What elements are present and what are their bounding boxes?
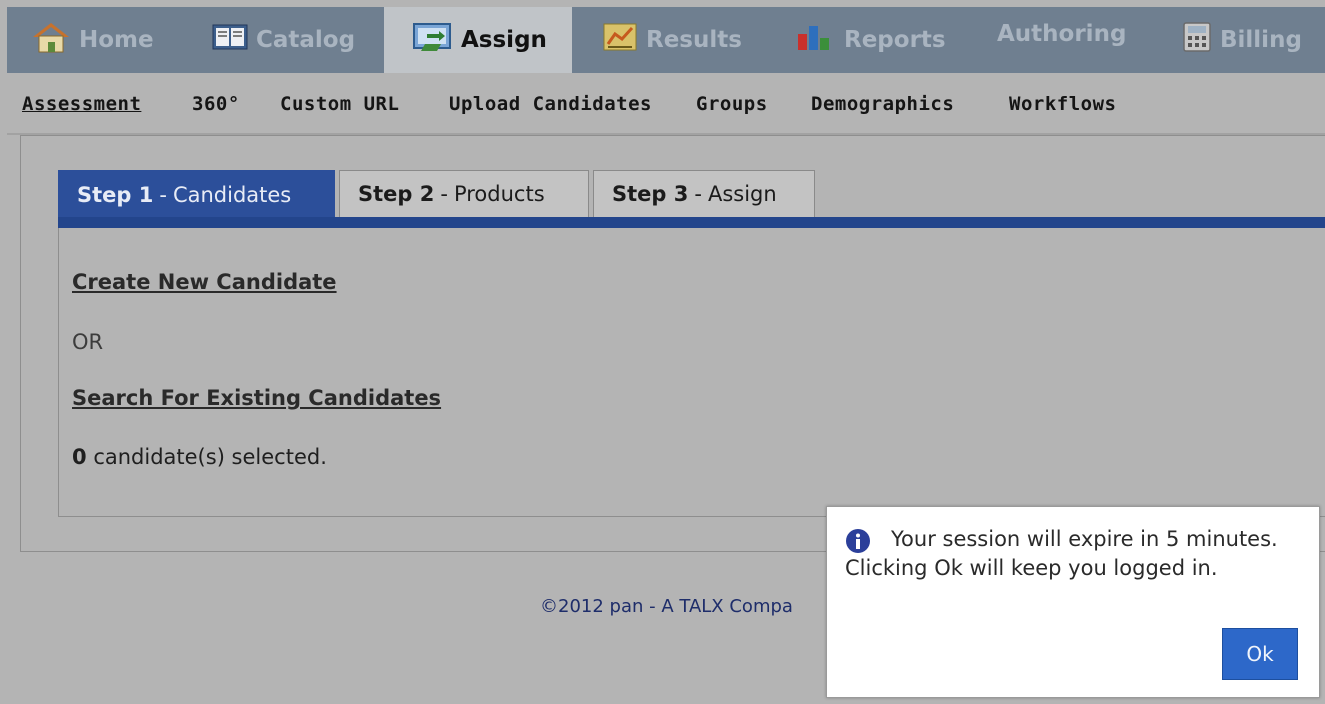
step-tab-underline	[58, 217, 1325, 228]
step-number: Step 3	[612, 182, 689, 206]
subnav-360[interactable]: 360°	[192, 93, 240, 115]
nav-label: Assign	[461, 27, 547, 53]
tab-step-3-assign[interactable]: Step 3 - Assign	[593, 170, 815, 218]
step-separator: -	[159, 183, 167, 207]
session-expiry-message: Your session will expire in 5 minutes. C…	[845, 527, 1278, 580]
step-separator: -	[440, 182, 448, 206]
sub-nav: Assessment 360° Custom URL Upload Candid…	[7, 73, 1325, 135]
ok-button[interactable]: Ok	[1222, 628, 1298, 680]
nav-tab-results[interactable]: Results	[600, 7, 742, 73]
or-text: OR	[72, 330, 104, 354]
nav-tab-catalog[interactable]: Catalog	[210, 7, 355, 73]
nav-label: Catalog	[256, 27, 356, 53]
selected-count-text: 0 candidate(s) selected.	[72, 445, 327, 469]
step-number: Step 2	[358, 182, 435, 206]
nav-label: Home	[79, 27, 154, 53]
nav-label: Billing	[1220, 27, 1302, 53]
assign-screen-icon	[411, 20, 455, 60]
tab-step-1-candidates[interactable]: Step 1 - Candidates	[58, 170, 335, 220]
subnav-upload-candidates[interactable]: Upload Candidates	[449, 93, 652, 115]
search-existing-candidates-link[interactable]: Search For Existing Candidates	[72, 386, 441, 410]
subnav-custom-url[interactable]: Custom URL	[280, 93, 399, 115]
step-number: Step 1	[77, 183, 154, 207]
nav-tab-home[interactable]: Home	[29, 7, 154, 73]
bar-chart-icon	[794, 20, 838, 60]
step-separator: -	[694, 182, 702, 206]
subnav-demographics[interactable]: Demographics	[811, 93, 954, 115]
selected-count: 0	[72, 445, 87, 469]
nav-label: Reports	[844, 27, 946, 53]
subnav-assessment[interactable]: Assessment	[22, 93, 141, 115]
nav-tab-authoring[interactable]: Authoring	[997, 1, 1126, 67]
nav-tab-assign[interactable]: Assign	[384, 7, 572, 73]
footer-copyright: ©2012 pan - A TALX Compa	[540, 596, 793, 617]
nav-tab-billing[interactable]: Billing	[1180, 7, 1302, 73]
tab-step-2-products[interactable]: Step 2 - Products	[339, 170, 589, 218]
nav-tab-reports[interactable]: Reports	[794, 7, 946, 73]
selected-count-suffix: candidate(s) selected.	[93, 445, 327, 469]
session-expiry-dialog: Your session will expire in 5 minutes. C…	[826, 506, 1320, 698]
step-name: Products	[453, 182, 545, 206]
create-new-candidate-link[interactable]: Create New Candidate	[72, 270, 337, 294]
results-chart-icon	[600, 20, 640, 60]
step-name: Assign	[707, 182, 777, 206]
step-name: Candidates	[172, 183, 292, 207]
calculator-icon	[1180, 20, 1214, 60]
app-page: Home Catalog Assign Results Reports Auth…	[0, 0, 1325, 704]
nav-label: Results	[646, 27, 742, 53]
nav-label: Authoring	[997, 21, 1127, 47]
subnav-workflows[interactable]: Workflows	[1009, 93, 1116, 115]
book-icon	[210, 20, 250, 60]
home-icon	[29, 20, 73, 60]
subnav-groups[interactable]: Groups	[696, 93, 768, 115]
main-nav: Home Catalog Assign Results Reports Auth…	[7, 7, 1325, 73]
